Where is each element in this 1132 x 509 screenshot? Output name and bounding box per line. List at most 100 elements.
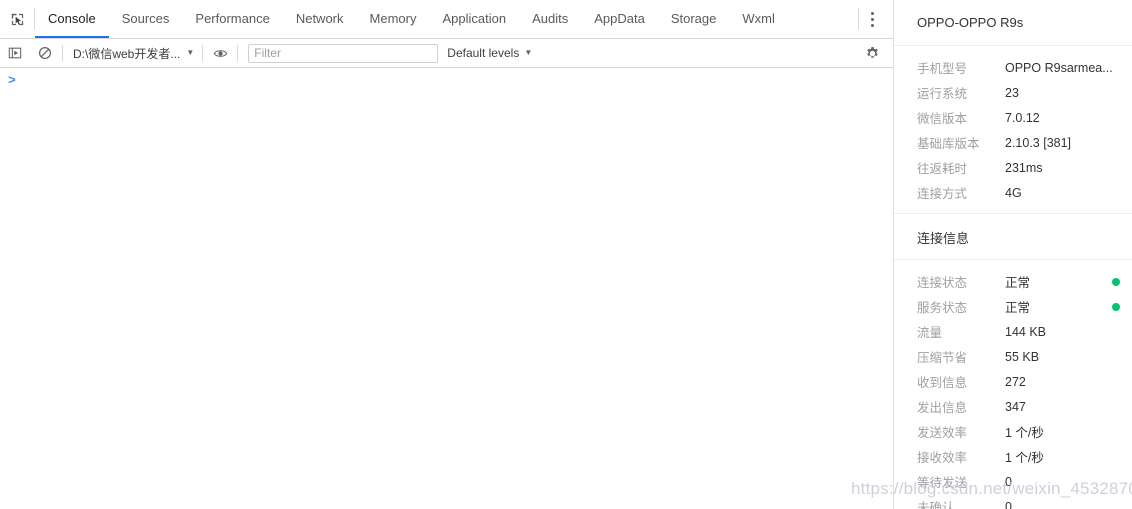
info-key: 未确认 — [917, 501, 955, 509]
info-row-service-status: 服务状态 正常 — [894, 294, 1132, 319]
chevron-down-icon: ▼ — [186, 48, 195, 57]
tab-label: AppData — [594, 10, 645, 26]
kebab-dot — [870, 11, 874, 15]
console-prompt-caret: > — [8, 73, 16, 88]
toolbar-divider-2 — [202, 45, 204, 61]
tab-label: Memory — [369, 10, 417, 26]
info-value: 7.0.12 — [1005, 110, 1040, 125]
info-row-os: 运行系统 23 — [894, 80, 1132, 105]
info-row-round-trip: 往返耗时 231ms — [894, 155, 1132, 180]
toolbar-divider — [62, 45, 63, 61]
info-row-unconfirmed: 未确认 0 — [894, 494, 1132, 509]
info-key: 流量 — [917, 326, 943, 340]
info-key: 基础库版本 — [917, 137, 980, 151]
more-options-icon[interactable] — [859, 0, 885, 38]
info-value: 4G — [1005, 185, 1022, 200]
tab-memory[interactable]: Memory — [357, 0, 430, 38]
info-key: 等待发送 — [917, 476, 968, 490]
info-value: 0 — [1005, 474, 1012, 489]
tab-application[interactable]: Application — [429, 0, 519, 38]
info-row-received-messages: 收到信息 272 — [894, 369, 1132, 394]
connection-details-section: 连接状态 正常 服务状态 正常 流量 144 KB 压缩节省 55 KB 收到信… — [894, 260, 1132, 509]
info-value: 2.10.3 [381] — [1005, 135, 1072, 150]
status-badge-service — [1112, 302, 1120, 311]
info-row-connection-status: 连接状态 正常 — [894, 269, 1132, 294]
devtools-tabs: Console Sources Performance Network Memo… — [35, 0, 858, 38]
tab-audits[interactable]: Audits — [519, 0, 581, 38]
info-row-phone-model: 手机型号 OPPO R9sarmea... — [894, 55, 1132, 80]
info-key: 接收效率 — [917, 451, 968, 465]
info-key: 发出信息 — [917, 401, 968, 415]
status-badge-connection — [1112, 277, 1120, 286]
tab-appdata[interactable]: AppData — [581, 0, 658, 38]
tab-label: Storage — [670, 10, 717, 26]
filter-input[interactable] — [248, 43, 439, 63]
info-key: 服务状态 — [917, 301, 968, 315]
info-value: 1 个/秒 — [1005, 426, 1044, 440]
tab-label: Wxml — [742, 10, 775, 26]
info-value: 1 个/秒 — [1005, 451, 1044, 465]
tab-storage[interactable]: Storage — [658, 0, 730, 38]
device-details-section: 手机型号 OPPO R9sarmea... 运行系统 23 微信版本 7.0.1… — [894, 46, 1132, 213]
info-value: 正常 — [1005, 301, 1031, 315]
info-value: 正常 — [1005, 276, 1031, 290]
devtools-window: Console Sources Performance Network Memo… — [0, 0, 1132, 509]
tab-wxml[interactable]: Wxml — [729, 0, 788, 38]
live-expression-icon[interactable] — [205, 46, 235, 61]
info-value: 23 — [1005, 85, 1019, 100]
execution-context-label: D:\微信web开发者... — [73, 46, 181, 61]
info-row-connection-type: 连接方式 4G — [894, 180, 1132, 205]
info-key: 运行系统 — [917, 87, 968, 101]
console-prompt-row[interactable]: > — [0, 68, 893, 92]
tab-network[interactable]: Network — [283, 0, 357, 38]
info-key: 发送效率 — [917, 426, 968, 440]
tab-label: Console — [48, 10, 96, 26]
devtools-tabbar: Console Sources Performance Network Memo… — [0, 0, 893, 39]
info-row-sent-messages: 发出信息 347 — [894, 394, 1132, 419]
devtools-main: Console Sources Performance Network Memo… — [0, 0, 893, 509]
clear-console-icon[interactable] — [30, 46, 60, 60]
info-value: 231ms — [1005, 160, 1043, 175]
tab-console[interactable]: Console — [35, 0, 109, 38]
info-value: 272 — [1005, 374, 1026, 389]
section-divider-top — [894, 213, 1132, 214]
info-key: 往返耗时 — [917, 162, 968, 176]
info-key: 连接状态 — [917, 276, 968, 290]
kebab-dot — [870, 23, 874, 27]
info-value: 144 KB — [1005, 324, 1047, 339]
toolbar-divider-3 — [237, 45, 239, 61]
info-row-compression-saved: 压缩节省 55 KB — [894, 344, 1132, 369]
tab-label: Performance — [195, 10, 270, 26]
connection-section-title: 连接信息 — [917, 230, 970, 246]
kebab-dot — [870, 17, 874, 21]
tab-sources[interactable]: Sources — [109, 0, 183, 38]
tab-label: Network — [295, 10, 344, 26]
tab-label: Audits — [532, 10, 569, 26]
info-row-traffic: 流量 144 KB — [894, 319, 1132, 344]
info-row-receive-rate: 接收效率 1 个/秒 — [894, 444, 1132, 469]
info-row-wechat-version: 微信版本 7.0.12 — [894, 105, 1132, 130]
info-row-pending-send: 等待发送 0 — [894, 469, 1132, 494]
device-title: OPPO-OPPO R9s — [894, 0, 1132, 46]
info-key: 压缩节省 — [917, 351, 968, 365]
info-value: OPPO R9sarmea... — [1005, 60, 1113, 75]
console-output-area[interactable]: > — [0, 68, 893, 509]
info-value: 55 KB — [1005, 349, 1040, 364]
gear-icon[interactable] — [857, 46, 887, 61]
inspect-element-icon[interactable] — [0, 0, 34, 38]
tabbar-end-spacer — [885, 0, 893, 38]
chevron-down-icon: ▼ — [524, 48, 533, 57]
info-value: 347 — [1005, 399, 1026, 414]
console-toolbar: D:\微信web开发者... ▼ Default levels ▼ — [0, 39, 893, 68]
tab-label: Sources — [121, 10, 170, 26]
info-value: 0 — [1005, 499, 1012, 509]
execution-context-select[interactable]: D:\微信web开发者... ▼ — [65, 45, 200, 62]
tab-label: Application — [442, 10, 507, 26]
info-key: 收到信息 — [917, 376, 968, 390]
info-row-base-library: 基础库版本 2.10.3 [381] — [894, 130, 1132, 155]
log-levels-select[interactable]: Default levels ▼ — [447, 46, 532, 60]
device-info-panel: OPPO-OPPO R9s 手机型号 OPPO R9sarmea... 运行系统… — [893, 0, 1132, 509]
execution-context-icon[interactable] — [0, 46, 30, 60]
info-key: 手机型号 — [917, 62, 968, 76]
tab-performance[interactable]: Performance — [182, 0, 282, 38]
